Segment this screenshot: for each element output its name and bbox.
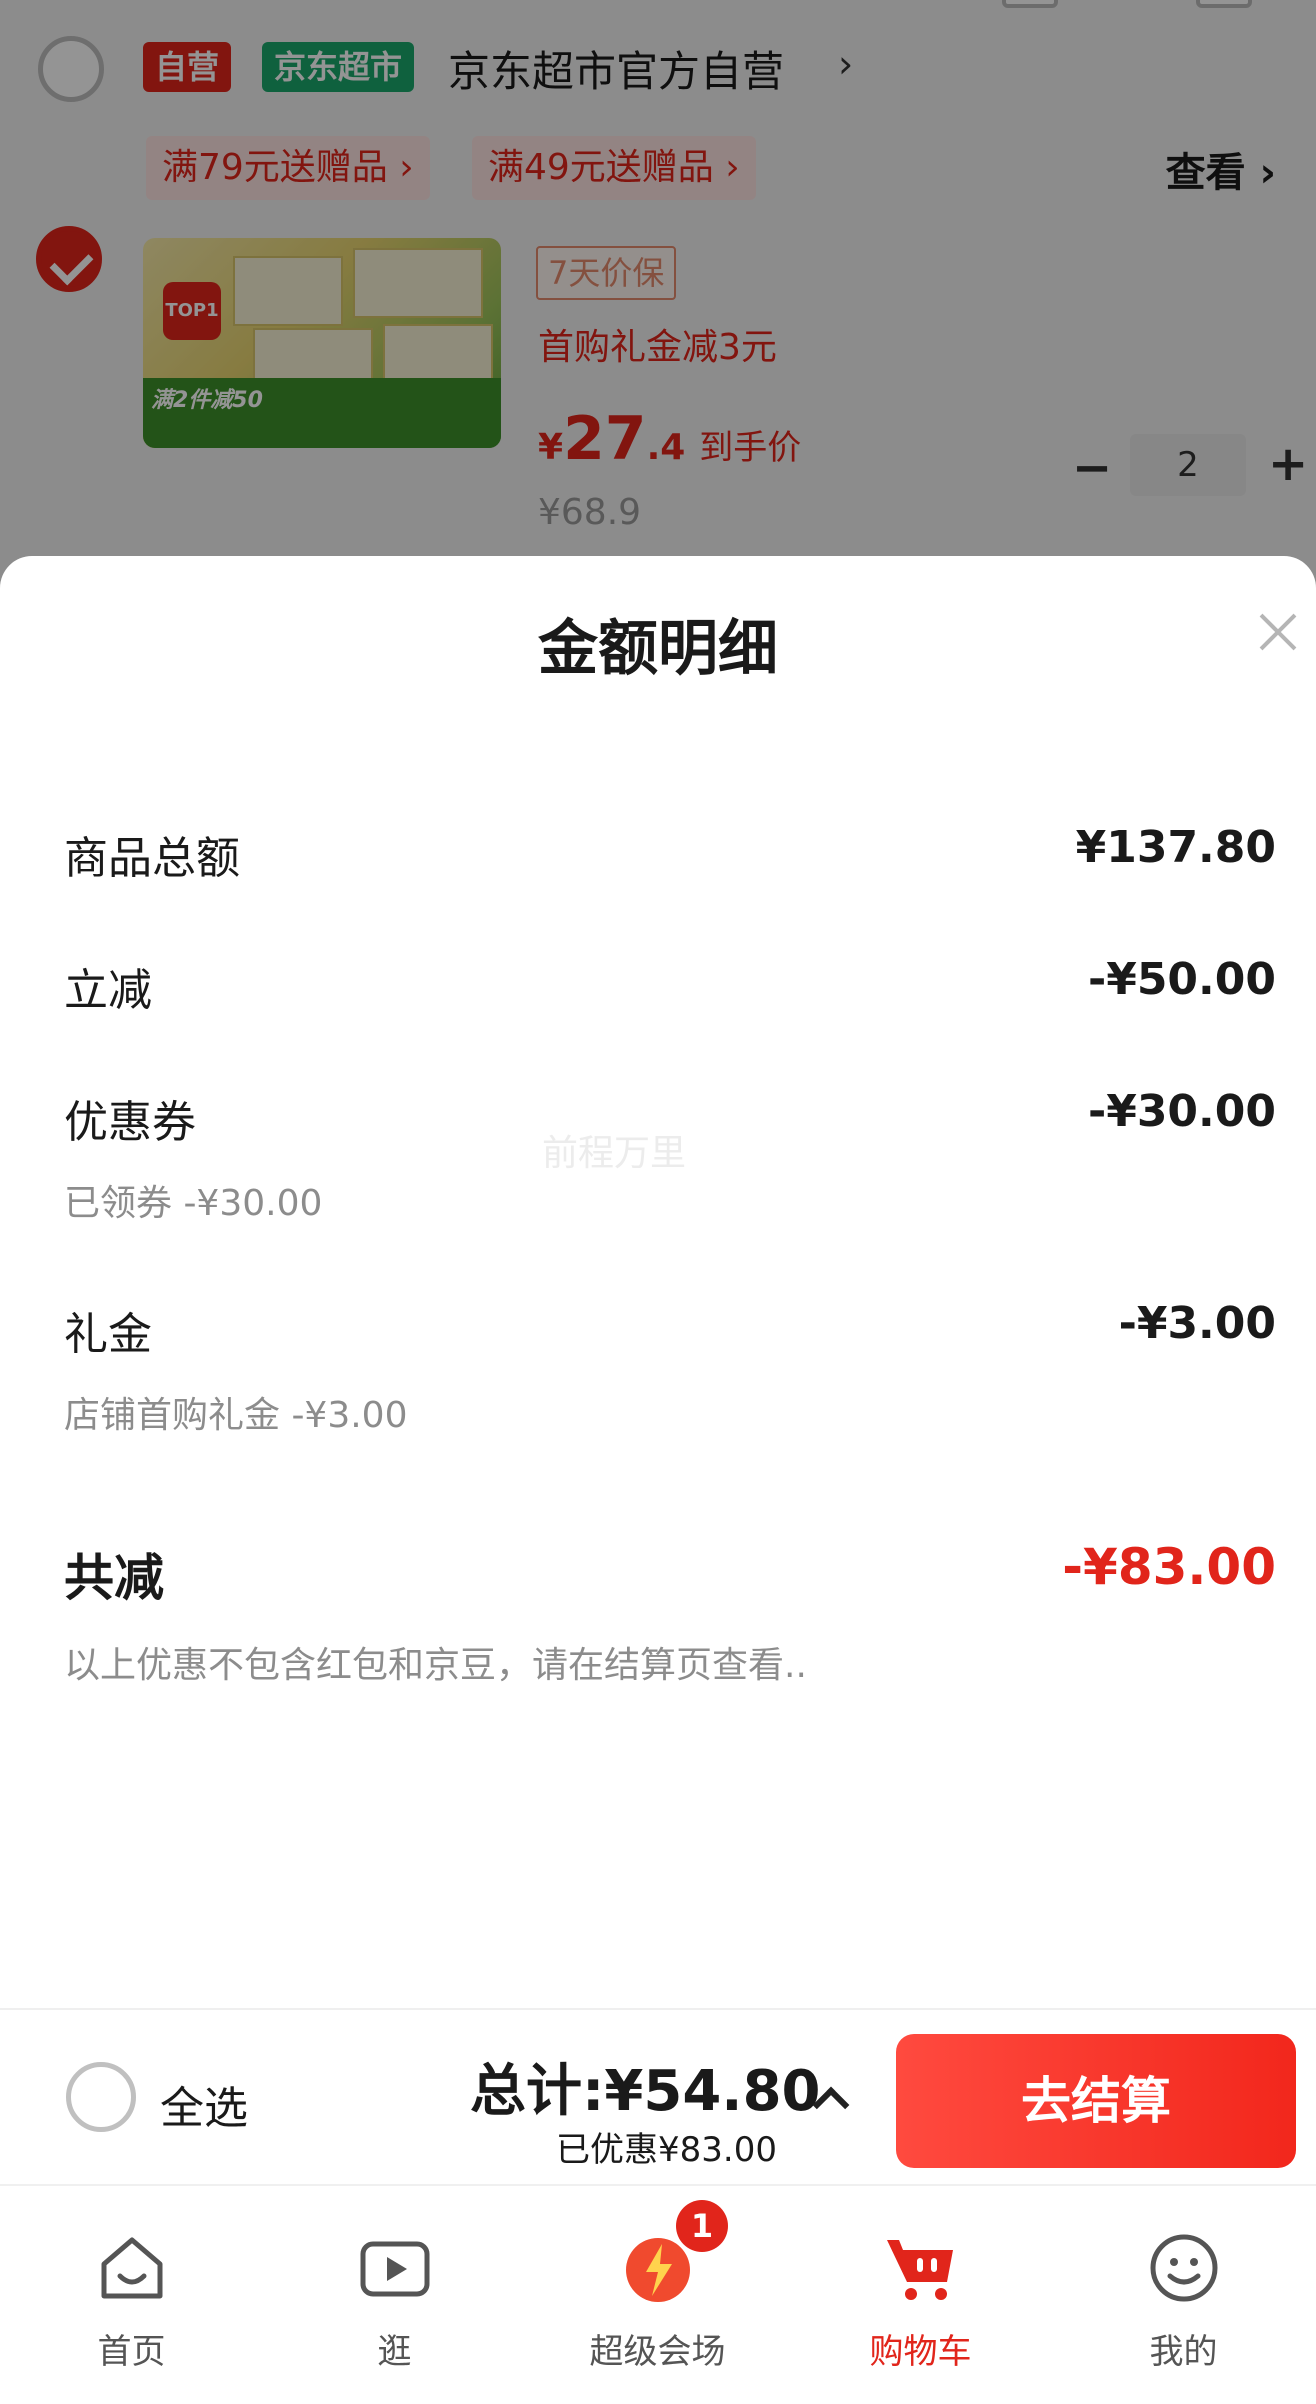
tab-label-home: 首页 (97, 2332, 166, 2372)
bottom-tab-bar: 首页 逛 1 超级会场 购物车 我的 (0, 2184, 1316, 2404)
coupon-value: -¥30.00 (1087, 1086, 1276, 1137)
sheet-title: 金额明细 (538, 614, 778, 684)
select-all-label[interactable]: 全选 (160, 2072, 248, 2136)
cart-icon (887, 2240, 953, 2300)
coupon-label: 优惠券 (64, 1097, 196, 1148)
gift-money-value: -¥3.00 (1118, 1298, 1276, 1349)
profile-icon (1150, 2234, 1218, 2302)
total-discount-value: -¥83.00 (1062, 1538, 1276, 1596)
checkout-button[interactable]: 去结算 (896, 2034, 1296, 2168)
tab-label-profile: 我的 (1149, 2332, 1218, 2372)
tab-home[interactable]: 首页 (0, 2196, 263, 2396)
tab-super-venue[interactable]: 1 超级会场 (526, 2196, 789, 2396)
close-icon[interactable] (1252, 606, 1304, 658)
notification-badge: 1 (676, 2200, 728, 2252)
tab-label-browse: 逛 (377, 2332, 412, 2372)
modal-overlay[interactable] (0, 0, 1316, 600)
instant-discount-value: -¥50.00 (1087, 954, 1276, 1005)
tab-label-super-venue: 超级会场 (589, 2332, 726, 2372)
coupon-detail: 已领券 -¥30.00 (64, 1183, 323, 1224)
cart-background: 自营 京东超市 京东超市官方自营 › 满79元送赠品 › 满49元送赠品 › 查… (0, 0, 1316, 600)
chevron-up-icon[interactable] (812, 2082, 846, 2116)
tab-browse[interactable]: 逛 (263, 2196, 526, 2396)
amount-detail-sheet: 金额明细 商品总额 ¥137.80 立减 -¥50.00 优惠券 -¥30.00… (0, 556, 1316, 2006)
watermark: 前程万里 (542, 1133, 687, 1174)
goods-total-value: ¥137.80 (1075, 822, 1276, 873)
total-discount-label: 共减 (64, 1549, 164, 1607)
gift-money-detail: 店铺首购礼金 -¥3.00 (64, 1395, 408, 1436)
home-icon (101, 2237, 163, 2299)
tab-profile[interactable]: 我的 (1052, 2196, 1315, 2396)
checkout-bar: 全选 总计:¥54.80 已优惠¥83.00 去结算 (0, 2008, 1316, 2184)
total-price: 总计:¥54.80 (470, 2059, 821, 2124)
video-icon (360, 2241, 430, 2297)
tab-cart[interactable]: 购物车 (789, 2196, 1052, 2396)
gift-money-label: 礼金 (64, 1309, 152, 1360)
select-all-radio[interactable] (66, 2062, 136, 2132)
goods-total-label: 商品总额 (64, 833, 240, 884)
discount-footnote: 以上优惠不包含红包和京豆，请在结算页查看.. (64, 1645, 807, 1686)
instant-discount-label: 立减 (64, 965, 152, 1016)
saved-amount: 已优惠¥83.00 (556, 2130, 777, 2170)
tab-label-cart: 购物车 (869, 2332, 972, 2372)
